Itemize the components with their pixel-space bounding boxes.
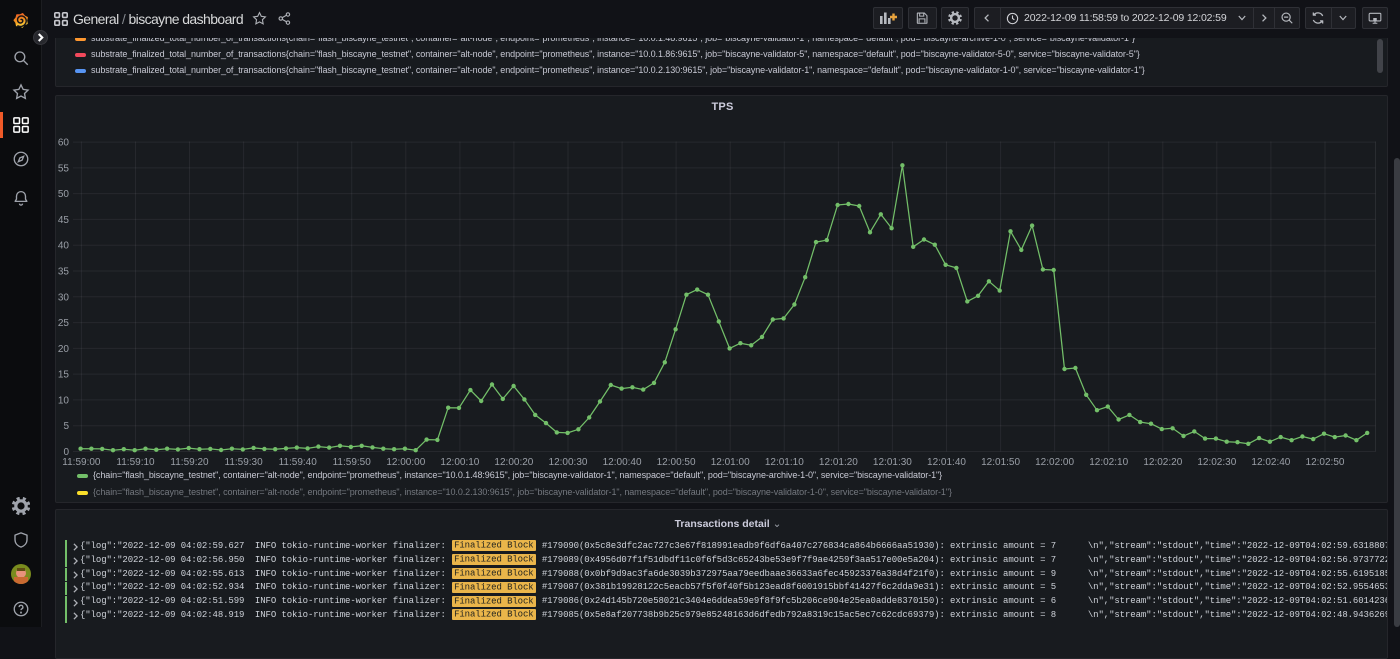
svg-text:11:59:40: 11:59:40 [279, 457, 318, 468]
svg-text:12:02:10: 12:02:10 [1089, 457, 1128, 468]
svg-text:12:01:10: 12:01:10 [765, 457, 804, 468]
svg-text:30: 30 [58, 292, 70, 303]
svg-text:12:01:20: 12:01:20 [819, 457, 858, 468]
svg-text:25: 25 [58, 318, 70, 329]
svg-text:12:01:00: 12:01:00 [711, 457, 750, 468]
svg-text:11:59:20: 11:59:20 [170, 457, 209, 468]
svg-text:11:59:00: 11:59:00 [62, 457, 101, 468]
svg-text:12:02:30: 12:02:30 [1197, 457, 1236, 468]
svg-text:12:02:50: 12:02:50 [1306, 457, 1345, 468]
svg-text:35: 35 [58, 266, 70, 277]
svg-text:12:01:40: 12:01:40 [927, 457, 966, 468]
svg-text:12:02:20: 12:02:20 [1143, 457, 1182, 468]
svg-text:12:00:20: 12:00:20 [494, 457, 533, 468]
svg-text:50: 50 [58, 189, 70, 200]
svg-text:11:59:10: 11:59:10 [116, 457, 155, 468]
svg-text:11:59:50: 11:59:50 [333, 457, 372, 468]
svg-text:12:00:40: 12:00:40 [603, 457, 642, 468]
svg-text:11:59:30: 11:59:30 [225, 457, 264, 468]
svg-text:60: 60 [58, 137, 70, 148]
svg-text:45: 45 [58, 214, 70, 225]
svg-text:12:01:30: 12:01:30 [873, 457, 912, 468]
svg-text:20: 20 [58, 343, 70, 354]
svg-text:40: 40 [58, 240, 70, 251]
svg-text:12:02:40: 12:02:40 [1251, 457, 1290, 468]
svg-text:5: 5 [63, 421, 69, 432]
svg-text:12:02:00: 12:02:00 [1035, 457, 1074, 468]
svg-text:12:01:50: 12:01:50 [981, 457, 1020, 468]
svg-text:12:00:00: 12:00:00 [386, 457, 425, 468]
svg-text:12:00:50: 12:00:50 [657, 457, 696, 468]
svg-text:12:00:30: 12:00:30 [549, 457, 588, 468]
svg-text:55: 55 [58, 163, 70, 174]
svg-text:10: 10 [58, 395, 70, 406]
svg-text:15: 15 [58, 369, 70, 380]
svg-text:12:00:10: 12:00:10 [440, 457, 479, 468]
